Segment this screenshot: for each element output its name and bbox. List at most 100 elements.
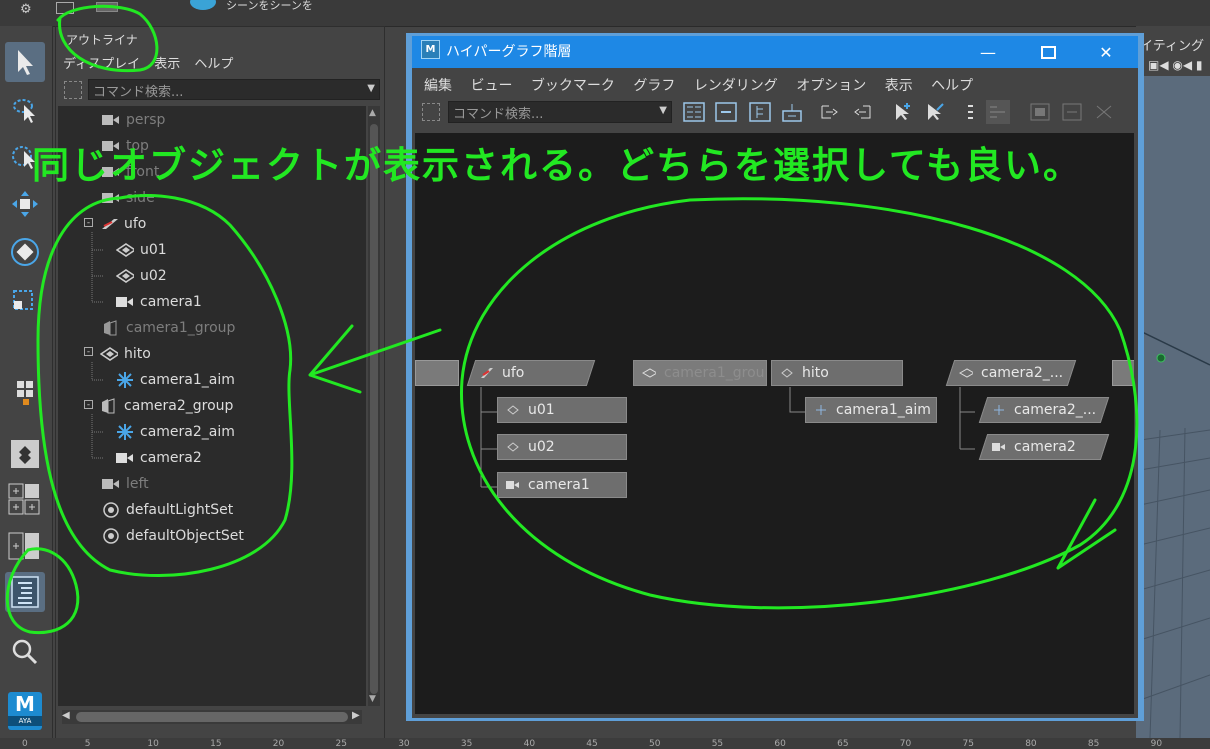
hypergraph-canvas[interactable]: ufo u01 u02 camera1 camera1_grou hito ca…	[415, 133, 1134, 714]
node-hito[interactable]: hito	[771, 360, 903, 386]
node-stub-right[interactable]	[1112, 360, 1134, 386]
tree-item-u02[interactable]: u02	[116, 265, 167, 287]
scroll-down-icon[interactable]: ▼	[369, 694, 376, 704]
ruler-tick-label: 0	[22, 739, 28, 749]
scroll-right-icon[interactable]: ▶	[352, 710, 360, 721]
expand-icon[interactable]	[748, 100, 772, 124]
input-output-icon[interactable]	[780, 100, 804, 124]
graph-layout-icon[interactable]	[986, 100, 1010, 124]
tree-item-ufo[interactable]: ufo	[100, 213, 146, 235]
node-label: camera2	[1014, 439, 1076, 455]
expander-camera2-group[interactable]: -	[84, 400, 93, 410]
tree-item-camera1-aim[interactable]: camera1_aim	[116, 369, 235, 391]
scale-tool-icon[interactable]	[5, 278, 45, 318]
maximize-button[interactable]	[1018, 36, 1078, 68]
tree-item-camera1[interactable]: camera1	[116, 291, 202, 313]
node-camera2[interactable]: camera2	[978, 434, 1110, 460]
ruler-tick-label: 90	[1150, 739, 1163, 749]
edit-bookmark-icon[interactable]	[922, 100, 946, 124]
aim-icon	[116, 424, 134, 440]
outliner-vertical-scroll-thumb[interactable]	[370, 124, 378, 694]
scroll-up-icon[interactable]: ▲	[369, 108, 376, 118]
close-button[interactable]: ✕	[1076, 36, 1136, 68]
tree-item-camera2-group[interactable]: camera2_group	[100, 395, 233, 417]
collapse-icon[interactable]	[714, 100, 738, 124]
add-bookmark-icon[interactable]	[890, 100, 914, 124]
hypergraph-search-input[interactable]: コマンド検索... ▼	[448, 101, 672, 123]
node-label: camera2_...	[981, 365, 1064, 381]
frame-selection-icon[interactable]	[1060, 100, 1084, 124]
tree-item-side[interactable]: side	[102, 187, 155, 209]
menu-edit[interactable]: 編集	[424, 78, 452, 94]
node-camera2-group[interactable]: camera2_...	[945, 360, 1077, 386]
snap-tool-icon[interactable]	[5, 372, 45, 412]
menu-rendering[interactable]: レンダリング	[694, 78, 778, 94]
layout-four-icon[interactable]	[5, 480, 45, 520]
node-stub-left[interactable]	[415, 360, 459, 386]
gear-icon[interactable]: ⚙	[20, 2, 32, 17]
search-icon[interactable]	[5, 632, 45, 672]
outliner-search-input[interactable]: コマンド検索... ▼	[88, 79, 380, 100]
outliner-layout-icon[interactable]	[5, 572, 45, 612]
top-strip: ⚙ シーンをシーンを	[0, 0, 1210, 27]
node-u02[interactable]: u02	[497, 434, 627, 460]
menu-bookmarks[interactable]: ブックマーク	[531, 78, 615, 94]
ufo-icon	[100, 217, 118, 231]
expander-ufo[interactable]: -	[84, 218, 93, 228]
tree-item-default-object-set[interactable]: defaultObjectSet	[102, 525, 244, 547]
select-tool-icon[interactable]	[5, 42, 45, 82]
node-camera1[interactable]: camera1	[497, 472, 627, 498]
menu-display[interactable]: ディスプレイ	[63, 57, 140, 72]
tree-item-hito[interactable]: hito	[100, 343, 151, 365]
menu-show[interactable]: 表示	[885, 78, 913, 94]
viewport-panel[interactable]	[1136, 26, 1210, 738]
tree-item-default-light-set[interactable]: defaultLightSet	[102, 499, 233, 521]
tree-item-camera2[interactable]: camera2	[116, 447, 202, 469]
layout-two-icon[interactable]	[5, 526, 45, 566]
minimize-button[interactable]: —	[958, 36, 1018, 68]
outliner-horizontal-scroll-thumb[interactable]	[76, 712, 348, 722]
tree-item-camera2-aim[interactable]: camera2_aim	[116, 421, 235, 443]
node-u01[interactable]: u01	[497, 397, 627, 423]
time-ruler[interactable]: 0 5 10 15 20 25 30 35 40 45 50 55 60 65 70 75 80 85 90	[0, 738, 1210, 749]
rotate-tool-icon[interactable]	[5, 232, 45, 272]
downstream-icon[interactable]	[850, 100, 874, 124]
node-ufo[interactable]: ufo	[466, 360, 596, 386]
tree-item-u01[interactable]: u01	[116, 239, 167, 261]
scene-icon[interactable]	[190, 0, 216, 10]
menu-help[interactable]: ヘルプ	[194, 57, 233, 72]
menu-show[interactable]: 表示	[154, 57, 180, 72]
menu-graph[interactable]: グラフ	[633, 78, 675, 94]
viewport-camera-icons[interactable]: ▣◀ ◉◀ ▮	[1148, 58, 1203, 72]
expander-hito[interactable]: -	[84, 347, 93, 357]
scroll-left-icon[interactable]: ◀	[62, 710, 70, 721]
node-camera1-group[interactable]: camera1_grou	[633, 360, 767, 386]
tree-item-left[interactable]: left	[102, 473, 149, 495]
maximize-icon	[1040, 45, 1056, 59]
lasso-tool-icon[interactable]	[5, 90, 45, 130]
tree-item-camera1-group[interactable]: camera1_group	[102, 317, 235, 339]
frame-hierarchy-icon[interactable]	[1092, 100, 1116, 124]
tree-item-label: left	[126, 476, 149, 492]
tool-button[interactable]	[96, 2, 118, 12]
chevron-down-icon[interactable]: ▼	[659, 105, 667, 116]
node-camera2-aim[interactable]: camera2_...	[978, 397, 1110, 423]
top-menu-label[interactable]: シーンをシーンを	[226, 0, 313, 13]
frame-all-icon[interactable]	[1028, 100, 1052, 124]
command-search-icon[interactable]	[422, 103, 440, 121]
layout-single-icon[interactable]	[5, 434, 45, 474]
ruler-tick-label: 55	[711, 739, 724, 749]
move-tool-icon[interactable]	[5, 184, 45, 224]
scene-hierarchy-icon[interactable]	[682, 100, 706, 124]
upstream-icon[interactable]	[818, 100, 842, 124]
menu-options[interactable]: オプション	[796, 78, 866, 94]
tool-button[interactable]	[56, 2, 74, 14]
ruler-tick-label: 5	[84, 739, 91, 749]
viewport-menu-label[interactable]: イティング	[1140, 35, 1204, 54]
command-search-icon[interactable]	[64, 81, 82, 99]
menu-help[interactable]: ヘルプ	[931, 78, 973, 94]
menu-view[interactable]: ビュー	[470, 78, 512, 94]
chevron-down-icon[interactable]: ▼	[367, 83, 375, 94]
tree-item-persp[interactable]: persp	[102, 109, 165, 131]
node-camera1-aim[interactable]: camera1_aim	[805, 397, 937, 423]
